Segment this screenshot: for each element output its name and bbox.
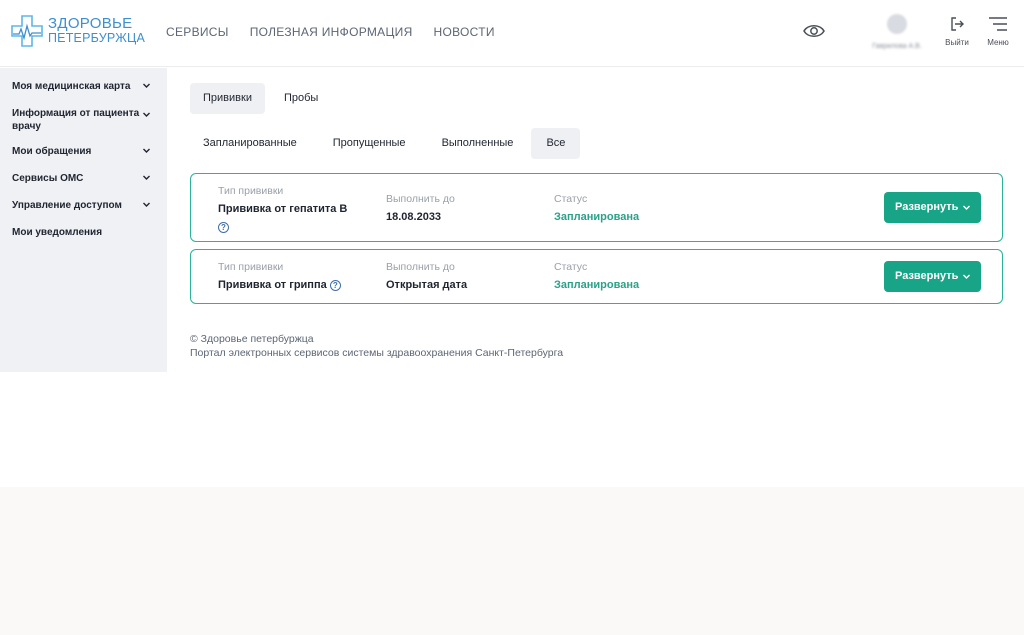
sidebar-item-label: Моя медицинская карта xyxy=(12,81,131,92)
sidebar-item-label: Мои уведомления xyxy=(12,227,103,238)
footer: © Здоровье петербуржца Портал электронны… xyxy=(190,332,563,360)
user-name: Гаврилова А.В. xyxy=(872,43,922,50)
due-date: Открытая дата xyxy=(386,279,468,291)
status-text: Запланирована xyxy=(554,279,640,291)
tab-all[interactable]: Все xyxy=(531,128,581,159)
medical-cross-icon xyxy=(11,15,43,47)
col-due: Выполнить до Открытая дата xyxy=(386,261,467,292)
help-icon[interactable]: ? xyxy=(218,222,229,234)
logo-line-1: ЗДОРОВЬЕ xyxy=(48,15,133,32)
chevron-down-icon xyxy=(143,83,150,88)
status-text: Запланирована xyxy=(554,211,640,223)
chevron-down-icon xyxy=(143,112,150,117)
sidebar-item-access-management[interactable]: Управление доступом xyxy=(0,199,167,212)
vaccination-type-row: Прививка от гриппа ? xyxy=(218,279,341,292)
tab-tests[interactable]: Пробы xyxy=(271,83,331,114)
expand-button-label: Развернуть xyxy=(895,270,959,282)
chevron-down-icon xyxy=(963,205,970,210)
eye-icon[interactable] xyxy=(803,22,825,40)
logo-text: ЗДОРОВЬЕ ПЕТЕРБУРЖЦА xyxy=(48,16,145,46)
vaccination-card: Тип прививки Прививка от гриппа ? Выполн… xyxy=(190,249,1003,304)
sidebar-item-label: Управление доступом xyxy=(12,200,122,211)
logo[interactable]: ЗДОРОВЬЕ ПЕТЕРБУРЖЦА xyxy=(10,14,150,52)
col-type-label: Тип прививки xyxy=(218,185,284,197)
col-type-label: Тип прививки xyxy=(218,261,284,273)
col-status: Статус Запланирована xyxy=(554,261,639,292)
footer-copyright: © Здоровье петербуржца xyxy=(190,333,314,345)
sidebar-item-patient-info[interactable]: Информация от пациента врачу xyxy=(0,107,167,133)
tab-vaccinations[interactable]: Прививки xyxy=(190,83,265,114)
sidebar-item-appeals[interactable]: Мои обращения xyxy=(0,145,167,158)
vaccination-type: Прививка от гриппа xyxy=(218,279,327,291)
nav-news[interactable]: НОВОСТИ xyxy=(434,25,495,39)
logout-button[interactable]: Выйти xyxy=(942,16,972,47)
menu-button[interactable]: Меню xyxy=(984,16,1012,47)
logout-icon xyxy=(951,17,964,31)
avatar xyxy=(887,14,907,34)
sidebar-item-label: Мои обращения xyxy=(12,146,92,157)
expand-button-label: Развернуть xyxy=(895,201,959,213)
col-due-label: Выполнить до xyxy=(386,193,455,205)
col-type: Тип прививки Прививка от гриппа ? xyxy=(218,261,341,292)
sidebar-item-notifications[interactable]: Мои уведомления xyxy=(0,226,167,239)
help-icon[interactable]: ? xyxy=(329,279,341,291)
chevron-down-icon xyxy=(143,202,150,207)
expand-button[interactable]: Развернуть xyxy=(884,192,981,223)
col-status-label: Статус xyxy=(554,193,588,205)
main-tabs: Прививки Пробы xyxy=(190,83,331,114)
nav-useful-info[interactable]: ПОЛЕЗНАЯ ИНФОРМАЦИЯ xyxy=(250,25,413,39)
sidebar-item-label: Информация от пациента врачу xyxy=(12,108,140,132)
filter-tabs: Запланированные Пропущенные Выполненные … xyxy=(190,128,581,159)
menu-label: Меню xyxy=(987,38,1009,47)
chevron-down-icon xyxy=(963,274,970,279)
col-due: Выполнить до 18.08.2033 xyxy=(386,193,455,224)
user-profile[interactable]: Гаврилова А.В. xyxy=(862,14,932,54)
top-nav: СЕРВИСЫ ПОЛЕЗНАЯ ИНФОРМАЦИЯ НОВОСТИ xyxy=(166,25,495,39)
tab-completed[interactable]: Выполненные xyxy=(429,128,527,159)
header: ЗДОРОВЬЕ ПЕТЕРБУРЖЦА СЕРВИСЫ ПОЛЕЗНАЯ ИН… xyxy=(0,0,1024,67)
chevron-down-icon xyxy=(143,175,150,180)
logout-label: Выйти xyxy=(945,38,969,47)
tab-planned[interactable]: Запланированные xyxy=(190,128,310,159)
due-date: 18.08.2033 xyxy=(386,211,442,223)
footer-description: Портал электронных сервисов системы здра… xyxy=(190,347,564,359)
hamburger-icon xyxy=(989,17,1007,31)
sidebar-item-oms-services[interactable]: Сервисы ОМС xyxy=(0,172,167,185)
logo-line-2: ПЕТЕРБУРЖЦА xyxy=(48,31,146,45)
col-status: Статус Запланирована xyxy=(554,193,639,224)
col-due-label: Выполнить до xyxy=(386,261,455,273)
vaccination-card: Тип прививки Прививка от гепатита В ? Вы… xyxy=(190,173,1003,242)
sidebar: Моя медицинская карта Информация от паци… xyxy=(0,68,167,372)
col-status-label: Статус xyxy=(554,261,588,273)
sidebar-item-medical-card[interactable]: Моя медицинская карта xyxy=(0,80,167,93)
nav-services[interactable]: СЕРВИСЫ xyxy=(166,25,229,39)
chevron-down-icon xyxy=(143,148,150,153)
sidebar-item-label: Сервисы ОМС xyxy=(12,173,84,184)
vaccination-type: Прививка от гепатита В xyxy=(218,203,348,215)
col-type: Тип прививки Прививка от гепатита В ? xyxy=(218,185,347,237)
expand-button[interactable]: Развернуть xyxy=(884,261,981,292)
tab-missed[interactable]: Пропущенные xyxy=(315,128,424,159)
